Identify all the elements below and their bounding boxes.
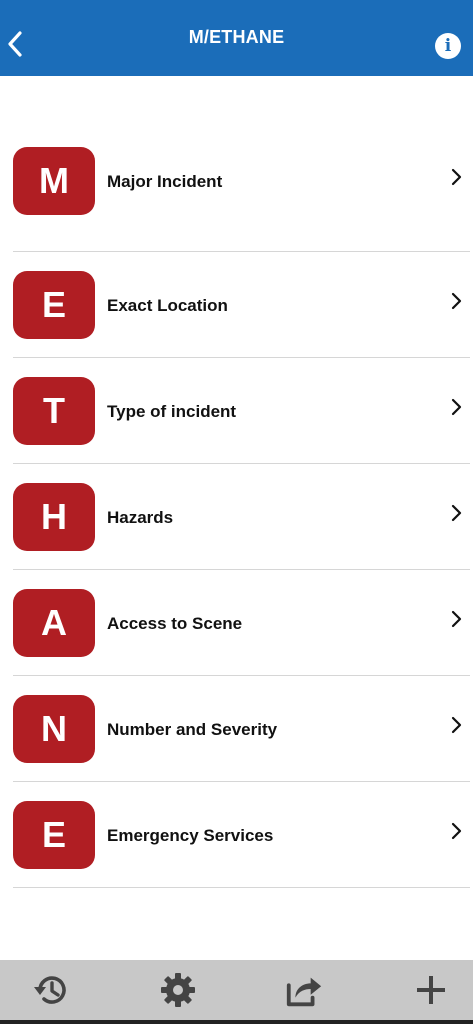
letter-badge: H (13, 483, 95, 551)
letter-badge: M (13, 147, 95, 215)
chevron-right-icon (448, 397, 464, 417)
item-label: Exact Location (107, 296, 228, 315)
plus-icon (417, 976, 445, 1004)
item-label: Major Incident (107, 172, 223, 191)
share-button[interactable] (284, 970, 324, 1010)
chevron-right-icon (448, 715, 464, 735)
list-item-major-incident[interactable]: M Major Incident (0, 134, 473, 240)
history-icon (34, 976, 66, 1004)
letter-badge: N (13, 695, 95, 763)
item-label: Type of incident (107, 402, 237, 421)
bottom-edge (0, 1020, 473, 1024)
letter-badge: E (13, 271, 95, 339)
item-label: Access to Scene (107, 614, 243, 633)
chevron-right-icon (448, 503, 464, 523)
divider (13, 887, 470, 888)
history-button[interactable] (31, 970, 71, 1010)
settings-button[interactable] (158, 970, 198, 1010)
add-button[interactable] (411, 970, 451, 1010)
page-title: M/ETHANE (188, 27, 285, 47)
list-item-emergency-services[interactable]: E Emergency Services (0, 782, 473, 888)
letter-badge: A (13, 589, 95, 657)
list-item-type-of-incident[interactable]: T Type of incident (0, 358, 473, 464)
item-label: Number and Severity (107, 720, 278, 739)
list-item-number-and-severity[interactable]: N Number and Severity (0, 676, 473, 782)
letter-badge: E (13, 801, 95, 869)
list-item-hazards[interactable]: H Hazards (0, 464, 473, 570)
share-icon (286, 977, 322, 1007)
gear-icon (161, 973, 195, 1007)
letter-badge: T (13, 377, 95, 445)
info-icon: i (444, 36, 452, 56)
chevron-right-icon (448, 609, 464, 629)
bottom-toolbar (0, 960, 473, 1020)
chevron-right-icon (448, 167, 464, 187)
item-label: Hazards (107, 508, 174, 527)
chevron-right-icon (448, 821, 464, 841)
app-header: M/ETHANE i (0, 0, 473, 76)
list-item-exact-location[interactable]: E Exact Location (0, 252, 473, 358)
list-item-access-to-scene[interactable]: A Access to Scene (0, 570, 473, 676)
chevron-right-icon (448, 291, 464, 311)
info-button[interactable]: i (435, 33, 461, 59)
item-label: Emergency Services (107, 826, 274, 845)
